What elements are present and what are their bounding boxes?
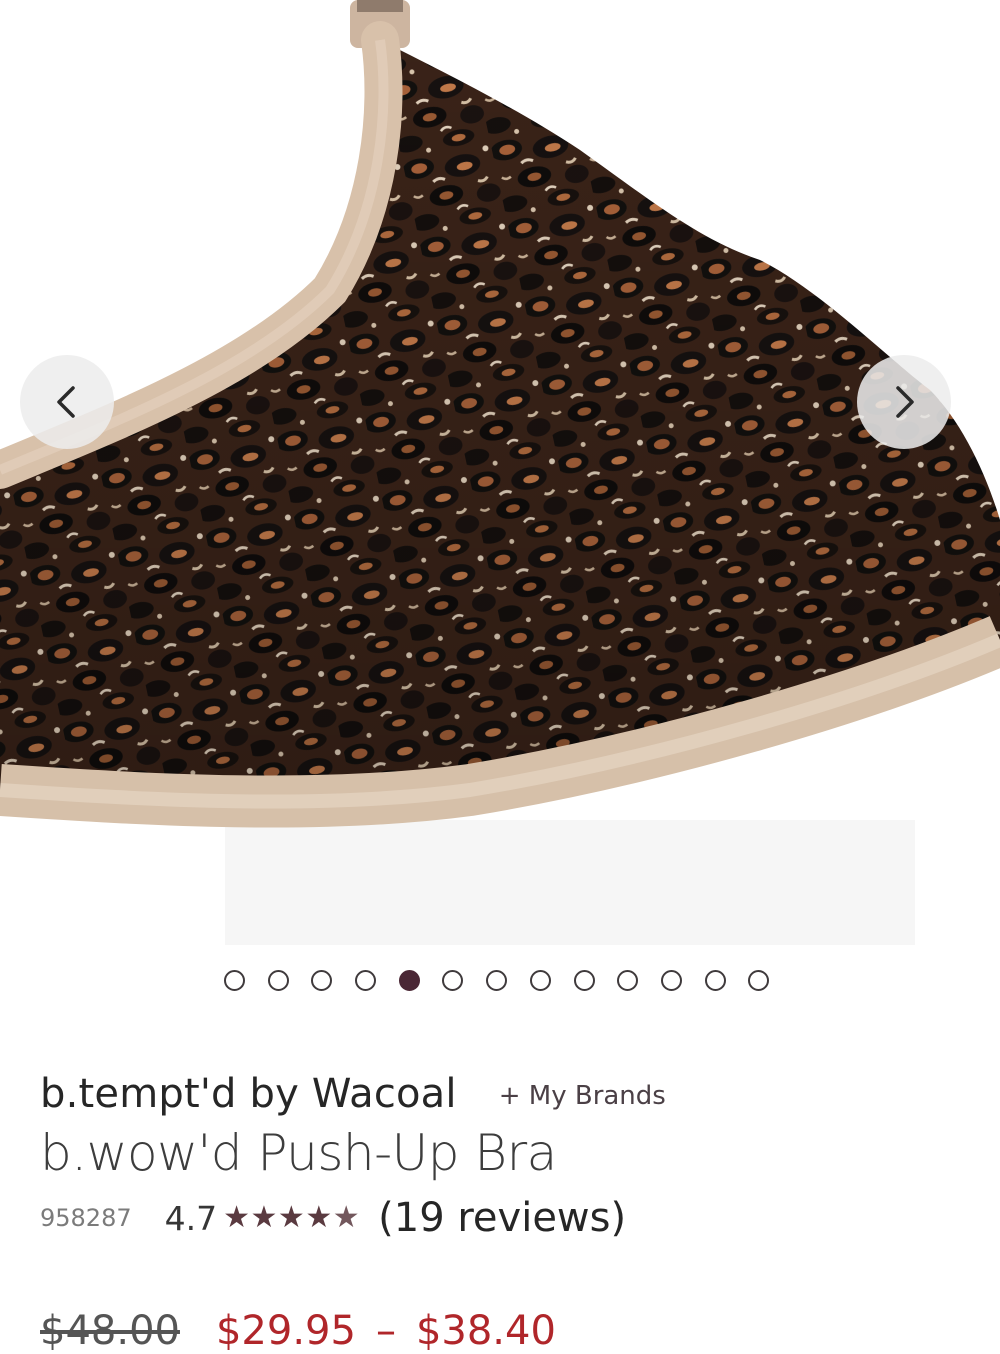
product-meta-row: 958287 4.7 ★ ★ ★ ★ ★ (19 reviews) [40,1193,626,1243]
pagination-dot[interactable] [660,970,682,991]
product-title: b.wow'd Push-Up Bra [40,1124,557,1182]
pagination-dot[interactable] [267,970,289,991]
pagination-dot[interactable] [442,970,464,991]
add-to-my-brands-button[interactable]: + My Brands [499,1081,666,1111]
next-image-button[interactable] [857,355,951,449]
chevron-right-icon [896,386,914,418]
pagination-dot[interactable] [398,970,420,991]
product-image [0,0,1000,945]
product-sku: 958287 [40,1204,132,1232]
pagination-dot[interactable] [355,970,377,991]
price-row: $48.00 $29.95 – $38.40 [40,1308,556,1354]
pagination-dot[interactable] [704,970,726,991]
pagination-dot[interactable] [311,970,333,991]
pagination-dot[interactable] [486,970,508,991]
sale-price-high: $38.40 [415,1308,556,1354]
price-range-separator: – [375,1308,396,1354]
pagination-dot[interactable] [224,970,245,991]
pagination-dot[interactable] [748,970,770,991]
rating-value: 4.7 [164,1198,218,1238]
pagination-dot[interactable] [529,970,551,991]
brand-name-link[interactable]: b.tempt'd by Wacoal [40,1071,457,1117]
brand-row: b.tempt'd by Wacoal + My Brands [40,1064,666,1124]
reviews-link[interactable]: (19 reviews) [378,1195,626,1241]
previous-image-button[interactable] [20,355,114,449]
star-full-icon: ★ [305,1200,333,1235]
image-pagination-dots [224,967,792,995]
chevron-left-icon [57,386,75,418]
pagination-dot[interactable] [617,970,639,991]
star-partial-icon: ★ [332,1200,360,1235]
sale-price-low: $29.95 [215,1308,356,1354]
product-image-gallery[interactable] [0,0,1000,945]
star-full-icon: ★ [223,1200,251,1235]
pagination-dot[interactable] [573,970,595,991]
star-full-icon: ★ [250,1200,278,1235]
rating-stars: ★ ★ ★ ★ ★ [223,1203,360,1233]
original-price: $48.00 [40,1308,180,1354]
star-full-icon: ★ [277,1200,305,1235]
